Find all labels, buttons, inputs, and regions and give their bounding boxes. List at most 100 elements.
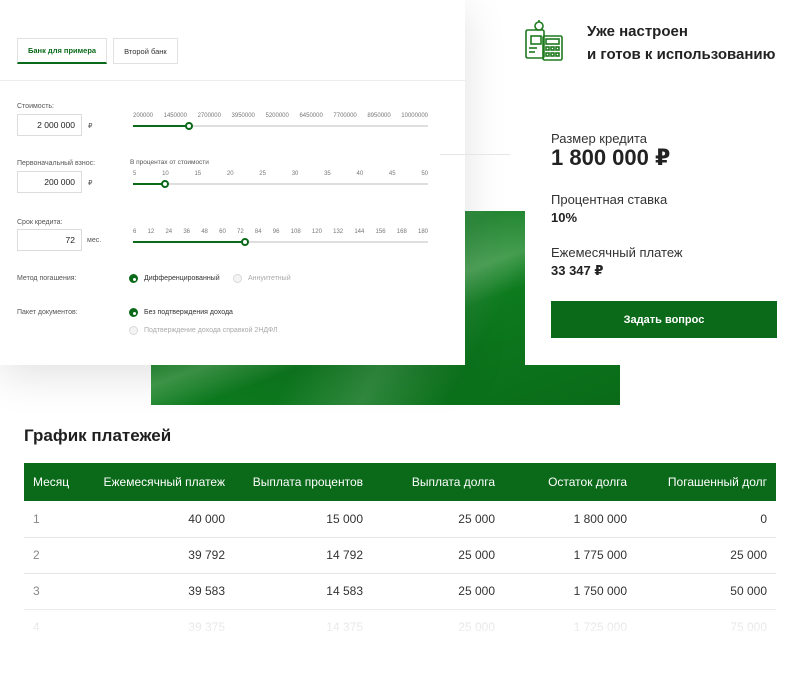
table-cell: 39 792 [84,537,234,574]
term-input[interactable]: 72 [17,229,82,251]
slider-tick-label: 6450000 [299,113,323,119]
table-cell: 25 000 [636,537,776,574]
table-cell: 1 750 000 [504,573,636,610]
table-cell: 50 000 [636,573,776,610]
down-payment-ticks: 5 10 15 20 25 30 35 40 45 50 [133,171,428,177]
feature-line-2: и готов к использованию [587,46,776,63]
divider [440,154,510,155]
slider-tick-label: 168 [396,229,407,235]
table-row: 2 39 792 14 792 25 000 1 775 000 25 000 [24,537,776,574]
slider-tick-label: 72 [237,229,244,235]
slider-tick-label: 25 [259,171,266,177]
down-payment-caption: В процентах от стоимости [130,159,209,166]
slider-tick-label: 10 [162,171,169,177]
down-payment-slider-handle[interactable] [161,180,170,188]
table-row: 4 39 375 14 375 25 000 1 725 000 75 000 [24,609,776,645]
slider-tick-label: 20 [226,171,234,177]
slider-tick-label: 1450000 [163,113,187,119]
slider-tick-label: 144 [354,229,365,235]
ask-question-button[interactable]: Задать вопрос [551,301,777,338]
table-cell: 25 000 [372,573,504,610]
table-cell: 25 000 [458,620,495,635]
table-cell: 15 000 [234,501,372,538]
bank-tabs: Банк для примера Второй банк [17,38,178,64]
radio-annuity[interactable]: Аннуитетный [233,274,291,283]
interest-rate-value: 10% [551,210,578,225]
slider-tick-label: 10000000 [401,113,428,119]
feature-caption: Уже настроен и готов к использованию [587,20,775,66]
table-cell: 39 583 [84,573,234,610]
slider-tick-label: 180 [417,229,428,235]
slider-tick-label: 5 [133,171,137,177]
cost-slider[interactable]: 200000 1450000 2700000 3950000 5200000 645000… [133,113,428,133]
table-cell: 14 375 [326,620,363,635]
term-slider-handle[interactable] [241,238,250,246]
down-payment-unit: ₽ [88,180,93,187]
down-payment-slider[interactable]: 5 10 15 20 25 30 35 40 45 50 [133,171,428,191]
radio-differentiated[interactable]: Дифференцированный [129,274,220,283]
loan-amount-label: Размер кредита [551,131,648,146]
column-header: Месяц [24,463,84,501]
slider-tick-label: 120 [311,229,322,235]
slider-tick-label: 200000 [133,113,154,119]
slider-tick-label: 6 [133,229,137,235]
payment-schedule-table: Месяц Ежемесячный платеж Выплата процент… [24,463,776,645]
table-row: 1 40 000 15 000 25 000 1 800 000 0 [24,501,776,538]
slider-fill [133,125,190,127]
term-unit: мес. [87,237,102,244]
table-cell: 14 583 [234,573,372,610]
monthly-payment-label: Ежемесячный платеж [551,245,683,260]
feature-line-1: Уже настроен [587,23,688,40]
slider-tick-label: 15 [194,171,202,177]
table-cell: 3 [24,573,84,610]
table-cell: 25 000 [372,501,504,538]
term-ticks: 6 12 24 36 48 60 72 84 96 108 120 132 144 156 168 180 [133,229,428,235]
radio-checked-icon [129,308,138,317]
column-header: Выплата долга [372,463,504,501]
tabs-divider [0,80,465,81]
column-header: Ежемесячный платеж [84,463,234,501]
table-cell: 1 [24,501,84,538]
radio-unchecked-icon [129,326,138,335]
slider-track [133,183,428,185]
table-cell: 2 [24,537,84,574]
radio-label: Подтверждение дохода справкой 2НДФЛ [144,327,278,334]
down-payment-input[interactable]: 200 000 [17,171,82,193]
table-cell: 1 775 000 [504,537,636,574]
loan-amount-value: 1 800 000 ₽ [551,145,671,170]
table-cell: 1 725 000 [573,620,627,635]
table-cell: 40 000 [84,501,234,538]
tab-second-bank[interactable]: Второй банк [113,38,178,64]
slider-tick-label: 5200000 [265,113,289,119]
monthly-payment-value: 33 347 ₽ [551,263,604,278]
slider-tick-label: 108 [290,229,301,235]
cost-slider-handle[interactable] [185,122,194,130]
result-card: Размер кредита 1 800 000 ₽ Процентная ст… [525,105,800,365]
slider-tick-label: 96 [272,229,280,235]
down-payment-label: Первоначальный взнос: [17,160,96,167]
radio-unchecked-icon [233,274,242,283]
radio-label: Дифференцированный [144,275,220,282]
column-header: Остаток долга [504,463,636,501]
tab-example-bank[interactable]: Банк для примера [17,38,108,64]
term-slider[interactable]: 6 12 24 36 48 60 72 84 96 108 120 132 144 156 168 180 [133,229,428,249]
table-cell: 14 792 [234,537,372,574]
term-label: Срок кредита: [17,219,63,226]
table-cell: 4 [33,620,40,635]
calculator-card: Банк для примера Второй банк Стоимость: … [0,0,465,365]
radio-no-income-proof[interactable]: Без подтверждения дохода [129,308,233,317]
radio-income-proof-2ndfl[interactable]: Подтверждение дохода справкой 2НДФЛ [129,326,278,335]
calculator-document-icon [525,20,563,61]
table-cell: 75 000 [730,620,767,635]
column-header: Выплата процентов [234,463,372,501]
table-row: 3 39 583 14 583 25 000 1 750 000 50 000 [24,573,776,610]
table-cell: 1 800 000 [504,501,636,538]
slider-tick-label: 8950000 [367,113,391,119]
slider-tick-label: 3950000 [231,113,255,119]
radio-label: Без подтверждения дохода [144,309,233,316]
cost-label: Стоимость: [17,103,54,110]
cost-unit: ₽ [88,123,93,130]
table-cell: 25 000 [372,537,504,574]
radio-label: Аннуитетный [248,275,291,282]
cost-input[interactable]: 2 000 000 [17,114,82,136]
